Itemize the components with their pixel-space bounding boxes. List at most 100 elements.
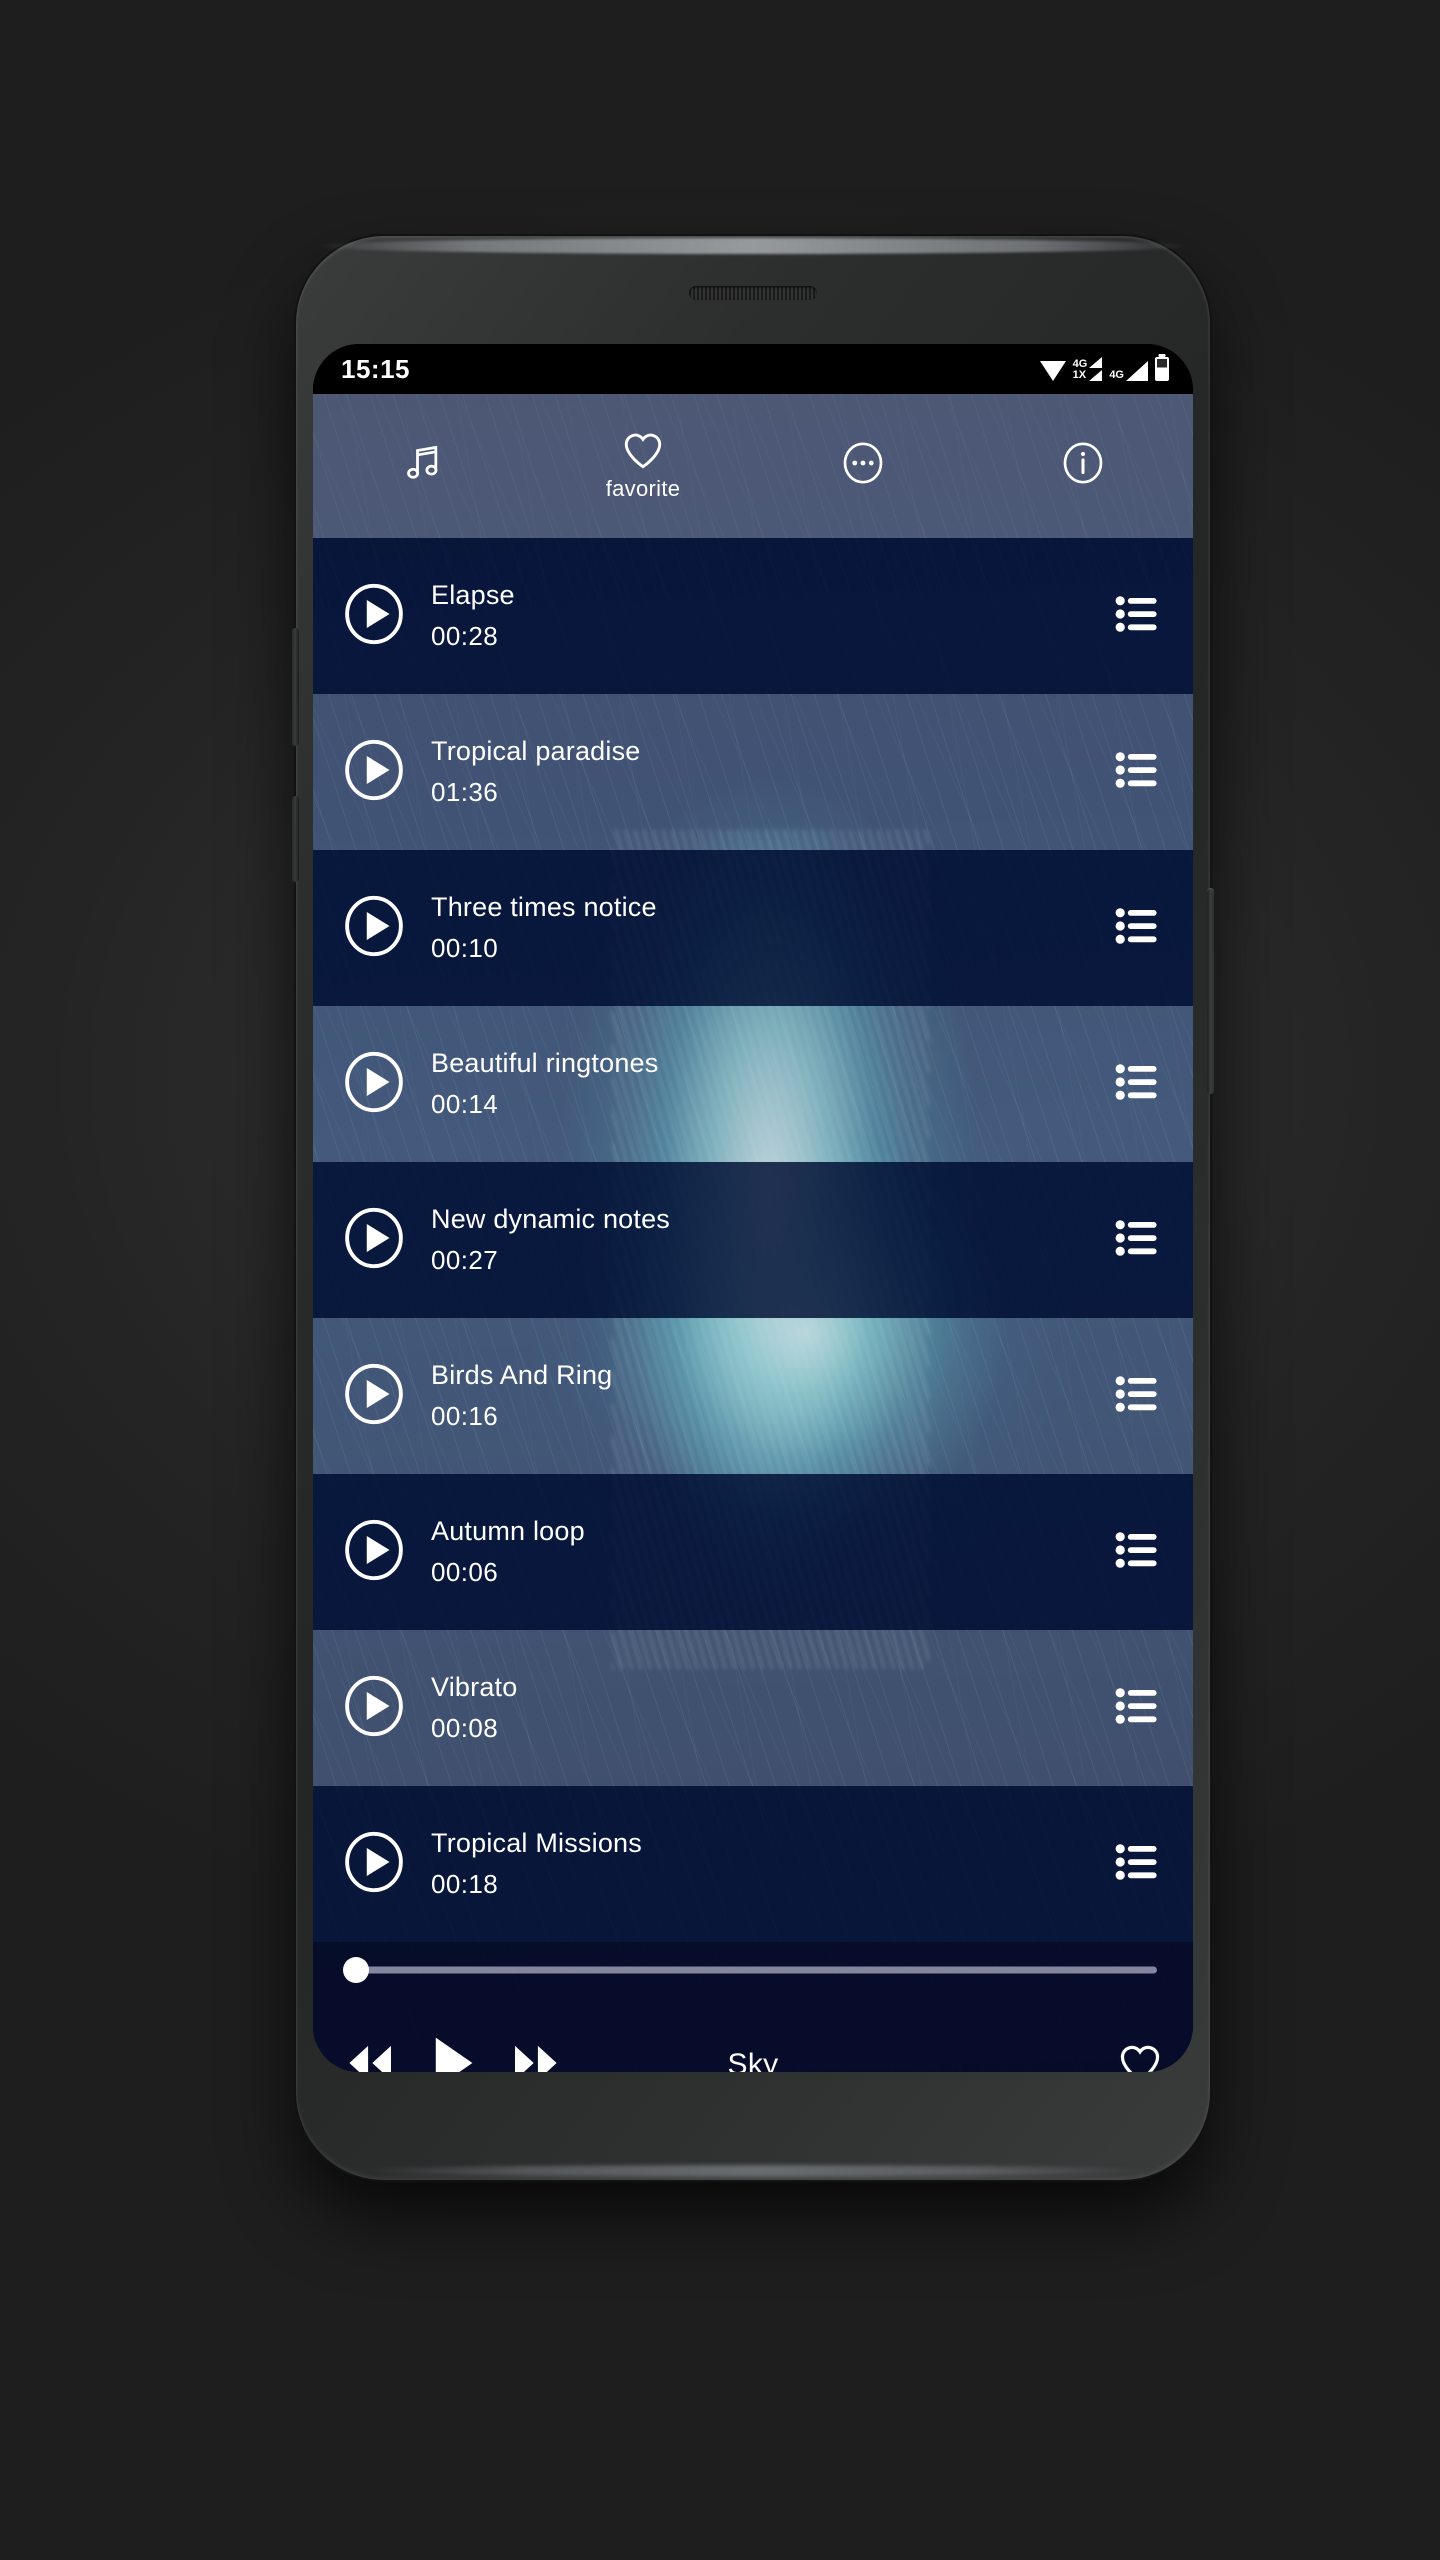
- list-menu-icon: [1115, 1375, 1157, 1412]
- fast-forward-button[interactable]: [509, 2042, 563, 2072]
- signal-label-secondary: 1X: [1072, 369, 1087, 381]
- play-circle-icon: [345, 583, 403, 644]
- list-item-title: Vibrato: [431, 1672, 518, 1702]
- seek-track[interactable]: [361, 1966, 1157, 1974]
- wifi-icon: [1039, 361, 1066, 381]
- phone-device: 15:15 4G 1X 4G favorite Elapse 00:28 Tro…: [292, 236, 1214, 2180]
- list-menu-icon: [1115, 1531, 1157, 1568]
- earpiece-speaker: [689, 286, 817, 300]
- app-content: favorite Elapse 00:28 Tropical paradise …: [313, 394, 1193, 2072]
- list-menu-button[interactable]: [1115, 1686, 1159, 1731]
- play-circle-button[interactable]: [343, 1675, 405, 1742]
- play-button[interactable]: [431, 2035, 475, 2072]
- play-circle-icon: [345, 1519, 403, 1580]
- favorite-button[interactable]: [1117, 2042, 1163, 2072]
- heart-outline-icon: [1120, 2045, 1160, 2072]
- play-circle-button[interactable]: [343, 895, 405, 962]
- toolbar-item-info[interactable]: [973, 394, 1193, 538]
- list-menu-button[interactable]: [1115, 906, 1159, 951]
- list-menu-button[interactable]: [1115, 1374, 1159, 1419]
- battery-icon: [1155, 357, 1169, 381]
- list-item-title: Birds And Ring: [431, 1360, 613, 1390]
- player-bar: Sky: [313, 1942, 1193, 2072]
- list-menu-icon: [1115, 1063, 1157, 1100]
- play-circle-button[interactable]: [343, 1363, 405, 1430]
- play-circle-icon: [345, 1207, 403, 1268]
- list-menu-button[interactable]: [1115, 750, 1159, 795]
- play-circle-button[interactable]: [343, 1051, 405, 1118]
- list-item-title: Tropical paradise: [431, 736, 641, 766]
- rewind-icon: [349, 2045, 391, 2072]
- play-circle-icon: [345, 1051, 403, 1112]
- toolbar-item-more[interactable]: [753, 394, 973, 538]
- list-item-duration: 00:08: [431, 1713, 499, 1743]
- list-item-title: Autumn loop: [431, 1516, 585, 1546]
- signal2-label-primary: 4G: [1109, 369, 1124, 381]
- toolbar-label-favorite: favorite: [605, 476, 681, 501]
- volume-button[interactable]: [292, 628, 299, 746]
- list-item[interactable]: Tropical Missions 00:18: [313, 1786, 1193, 1942]
- list-item-duration: 00:28: [431, 621, 499, 651]
- list-menu-icon: [1115, 907, 1157, 944]
- toolbar-item-favorite[interactable]: favorite: [533, 394, 753, 538]
- list-menu-button[interactable]: [1115, 1530, 1159, 1575]
- music-note-icon: [407, 445, 438, 479]
- list-item[interactable]: Birds And Ring 00:16: [313, 1318, 1193, 1474]
- list-item[interactable]: Vibrato 00:08: [313, 1630, 1193, 1786]
- list-item-title: Tropical Missions: [431, 1828, 642, 1858]
- list-item[interactable]: New dynamic notes 00:27: [313, 1162, 1193, 1318]
- signal-4g-icon: 4G: [1109, 361, 1148, 381]
- list-menu-button[interactable]: [1115, 1218, 1159, 1263]
- top-toolbar: favorite: [313, 394, 1193, 538]
- play-circle-icon: [345, 1831, 403, 1892]
- list-item-duration: 01:36: [431, 777, 499, 807]
- fast-forward-icon: [515, 2045, 557, 2072]
- list-item-duration: 00:14: [431, 1089, 499, 1119]
- list-menu-icon: [1115, 1687, 1157, 1724]
- more-circle-icon: [843, 442, 883, 484]
- list-item-title: New dynamic notes: [431, 1204, 671, 1234]
- phone-screen: 15:15 4G 1X 4G favorite Elapse 00:28 Tro…: [313, 344, 1193, 2072]
- status-bar: 15:15 4G 1X 4G: [313, 344, 1193, 394]
- heart-icon: [624, 433, 662, 469]
- assistant-button[interactable]: [292, 796, 299, 882]
- list-item-title: Beautiful ringtones: [431, 1048, 659, 1078]
- list-item-duration: 00:18: [431, 1869, 499, 1899]
- list-item-title: Elapse: [431, 580, 515, 610]
- list-item-duration: 00:27: [431, 1245, 499, 1275]
- signal-4g-1x-icon: 4G 1X: [1073, 357, 1103, 381]
- play-circle-button[interactable]: [343, 1519, 405, 1586]
- player-controls: Sky: [343, 1998, 1163, 2072]
- play-circle-icon: [345, 1363, 403, 1424]
- play-circle-button[interactable]: [343, 1831, 405, 1898]
- seek-bar[interactable]: [343, 1942, 1163, 1998]
- list-menu-icon: [1115, 595, 1157, 632]
- list-item-duration: 00:10: [431, 933, 499, 963]
- list-item[interactable]: Elapse 00:28: [313, 538, 1193, 694]
- play-circle-icon: [345, 1675, 403, 1736]
- ringtone-list: Elapse 00:28 Tropical paradise 01:36 Three t…: [313, 538, 1193, 1942]
- list-item[interactable]: Beautiful ringtones 00:14: [313, 1006, 1193, 1162]
- list-menu-icon: [1115, 751, 1157, 788]
- list-item-duration: 00:06: [431, 1557, 499, 1587]
- list-item[interactable]: Tropical paradise 01:36: [313, 694, 1193, 850]
- list-menu-button[interactable]: [1115, 594, 1159, 639]
- rewind-button[interactable]: [343, 2042, 397, 2072]
- play-circle-button[interactable]: [343, 583, 405, 650]
- list-item-duration: 00:16: [431, 1401, 499, 1431]
- play-circle-button[interactable]: [343, 739, 405, 806]
- list-item[interactable]: Three times notice 00:10: [313, 850, 1193, 1006]
- power-button[interactable]: [1207, 888, 1214, 1094]
- list-menu-icon: [1115, 1219, 1157, 1256]
- seek-thumb[interactable]: [343, 1957, 369, 1983]
- play-circle-button[interactable]: [343, 1207, 405, 1274]
- play-icon: [435, 2037, 473, 2072]
- list-menu-button[interactable]: [1115, 1062, 1159, 1107]
- list-item[interactable]: Autumn loop 00:06: [313, 1474, 1193, 1630]
- list-menu-icon: [1115, 1843, 1157, 1880]
- list-menu-button[interactable]: [1115, 1842, 1159, 1887]
- toolbar-item-music[interactable]: [313, 394, 533, 538]
- play-circle-icon: [345, 739, 403, 800]
- info-circle-icon: [1063, 442, 1103, 484]
- play-circle-icon: [345, 895, 403, 956]
